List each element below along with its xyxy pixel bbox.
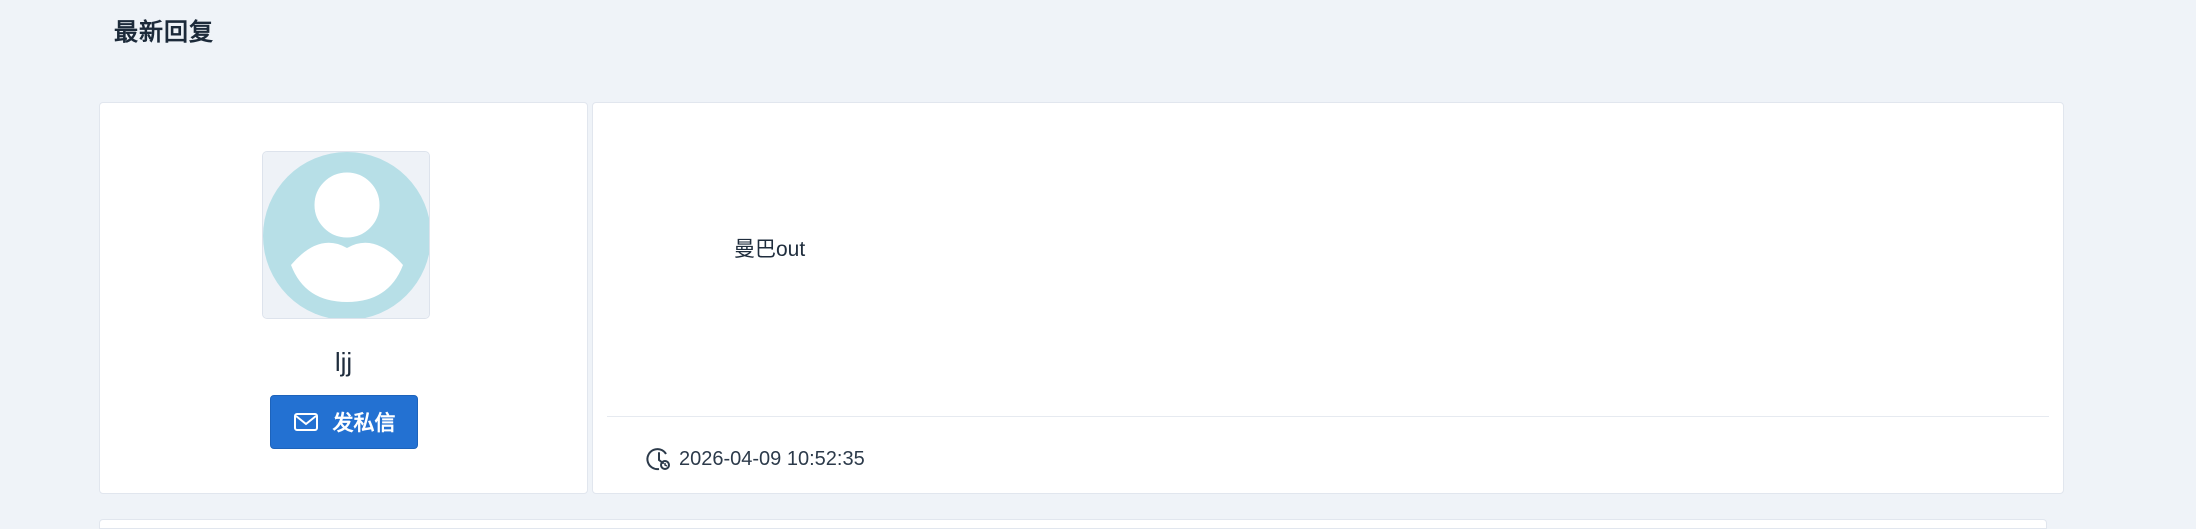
next-reply-card [99,519,2047,529]
avatar[interactable] [262,151,430,319]
section-title: 最新回复 [114,19,214,46]
mail-icon [293,413,318,431]
reply-timestamp: 2026-04-09 10:52:35 [645,445,865,473]
reply-content-panel: 曼巴out 2026-04-09 10:52:35 [592,102,2064,494]
timestamp-text: 2026-04-09 10:52:35 [679,447,865,470]
send-private-message-label: 发私信 [332,412,396,435]
content-divider [607,416,2049,417]
send-private-message-button[interactable]: 发私信 [270,395,418,449]
reply-content: 曼巴out [734,238,806,261]
reply-card: ljj 发私信 曼巴out 2026-04-09 10:52:35 [99,102,2064,494]
username[interactable]: ljj [100,347,587,378]
reply-author-panel: ljj 发私信 [99,102,588,494]
clock-icon [646,448,670,471]
default-user-avatar-icon [263,152,429,318]
